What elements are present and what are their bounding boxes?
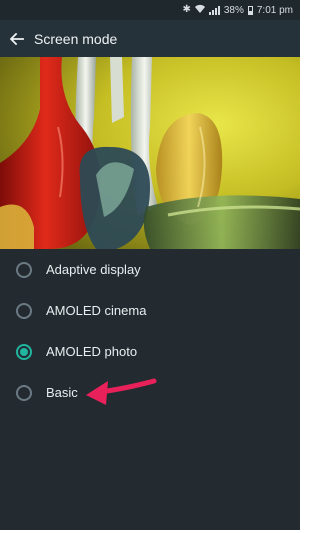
preview-image bbox=[0, 57, 300, 249]
back-button[interactable] bbox=[0, 20, 34, 57]
screen-mode-screen: ✱ 38% 7:01 pm Screen mode Adaptive displ… bbox=[0, 0, 300, 533]
option-amoled-photo[interactable]: AMOLED photo bbox=[0, 331, 300, 372]
battery-icon bbox=[247, 5, 253, 15]
option-label: Adaptive display bbox=[46, 262, 141, 277]
radio-button-selected[interactable] bbox=[16, 343, 32, 360]
clock: 7:01 pm bbox=[256, 4, 293, 16]
bluetooth-icon: ✱ bbox=[182, 4, 191, 15]
radio-button[interactable] bbox=[16, 261, 32, 278]
page-title: Screen mode bbox=[34, 30, 118, 47]
wifi-icon bbox=[194, 4, 205, 16]
back-arrow-icon bbox=[10, 32, 24, 45]
screen-mode-options: Adaptive display AMOLED cinema AMOLED ph… bbox=[0, 249, 300, 530]
option-basic[interactable]: Basic bbox=[0, 372, 300, 413]
status-bar: ✱ 38% 7:01 pm bbox=[0, 0, 300, 20]
option-label: Basic bbox=[46, 385, 78, 400]
option-amoled-cinema[interactable]: AMOLED cinema bbox=[0, 290, 300, 331]
radio-button[interactable] bbox=[16, 384, 32, 401]
app-bar: Screen mode bbox=[0, 20, 300, 57]
option-label: AMOLED cinema bbox=[46, 303, 147, 318]
option-label: AMOLED photo bbox=[46, 344, 138, 359]
option-adaptive-display[interactable]: Adaptive display bbox=[0, 249, 300, 290]
battery-percent: 38% bbox=[223, 4, 244, 16]
radio-button[interactable] bbox=[16, 302, 32, 319]
signal-icon bbox=[208, 5, 220, 15]
